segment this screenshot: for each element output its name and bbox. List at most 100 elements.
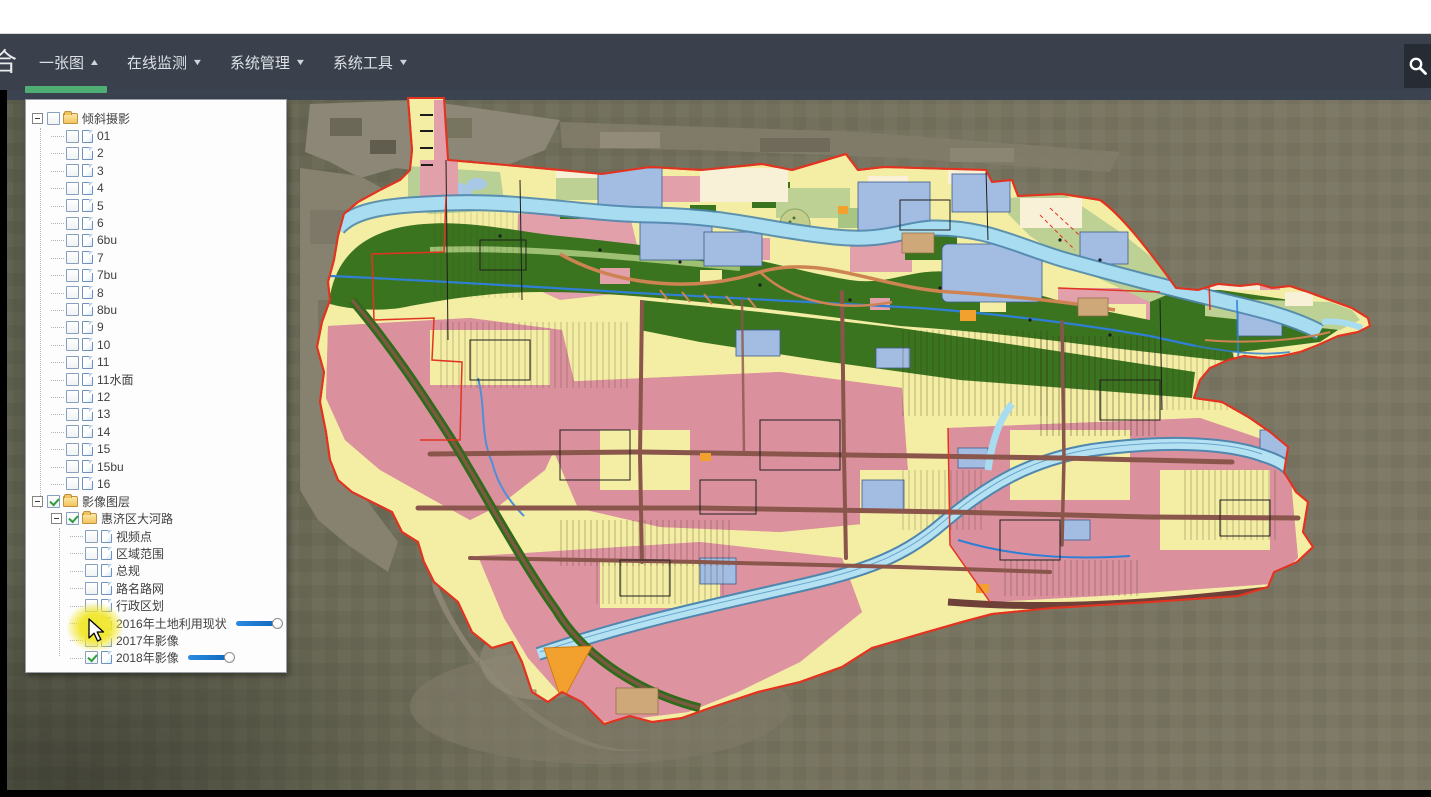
layer-tree-item[interactable]: 4 — [26, 180, 286, 197]
layer-label[interactable]: 倾斜摄影 — [82, 110, 130, 127]
layer-label[interactable]: 15bu — [97, 460, 124, 474]
layer-tree-item[interactable]: 视频点 — [26, 527, 286, 544]
layer-checkbox[interactable] — [85, 617, 98, 630]
layer-tree-item[interactable]: 7 — [26, 249, 286, 266]
layer-label[interactable]: 6bu — [97, 233, 117, 247]
layer-label[interactable]: 影像图层 — [82, 493, 130, 510]
tree-expander-icon[interactable] — [32, 113, 43, 124]
layer-label[interactable]: 3 — [97, 164, 104, 178]
nav-menu-item[interactable]: 系统工具 ▼ — [319, 34, 422, 90]
layer-tree-item[interactable]: 倾斜摄影 — [26, 110, 286, 127]
layer-checkbox[interactable] — [85, 651, 98, 664]
layer-tree-item[interactable]: 14 — [26, 423, 286, 440]
layer-tree-item[interactable]: 10 — [26, 336, 286, 353]
layer-label[interactable]: 2016年土地利用现状 — [116, 615, 227, 632]
layer-label[interactable]: 13 — [97, 407, 110, 421]
slider-knob[interactable] — [272, 618, 283, 629]
layer-tree-item[interactable]: 8 — [26, 284, 286, 301]
layer-tree-item[interactable]: 6bu — [26, 232, 286, 249]
layer-checkbox[interactable] — [66, 443, 79, 456]
layer-label[interactable]: 7bu — [97, 268, 117, 282]
layer-label[interactable]: 视频点 — [116, 528, 152, 545]
layer-tree-item[interactable]: 2 — [26, 145, 286, 162]
layer-tree-item[interactable]: 5 — [26, 197, 286, 214]
layer-checkbox[interactable] — [66, 234, 79, 247]
layer-checkbox[interactable] — [66, 390, 79, 403]
layer-tree-item[interactable]: 12 — [26, 388, 286, 405]
nav-menu-item[interactable]: 在线监测 ▼ — [113, 34, 216, 90]
layer-tree-item[interactable]: 6 — [26, 214, 286, 231]
layer-tree-item[interactable]: 11 — [26, 353, 286, 370]
layer-tree-item[interactable]: 01 — [26, 127, 286, 144]
layer-label[interactable]: 4 — [97, 181, 104, 195]
layer-label[interactable]: 12 — [97, 390, 110, 404]
layer-label[interactable]: 8bu — [97, 303, 117, 317]
layer-checkbox[interactable] — [66, 425, 79, 438]
layer-tree-item[interactable]: 2016年土地利用现状 — [26, 614, 286, 631]
layer-label[interactable]: 14 — [97, 425, 110, 439]
layer-label[interactable]: 9 — [97, 320, 104, 334]
layer-label[interactable]: 5 — [97, 199, 104, 213]
opacity-slider[interactable] — [188, 652, 234, 663]
layer-checkbox[interactable] — [85, 547, 98, 560]
layer-checkbox[interactable] — [66, 477, 79, 490]
layer-label[interactable]: 惠济区大河路 — [101, 510, 173, 527]
opacity-slider[interactable] — [236, 618, 282, 629]
layer-checkbox[interactable] — [66, 130, 79, 143]
layer-label[interactable]: 2017年影像 — [116, 632, 179, 649]
layer-checkbox[interactable] — [47, 112, 60, 125]
layer-label[interactable]: 11水面 — [97, 371, 133, 388]
slider-knob[interactable] — [224, 652, 235, 663]
layer-label[interactable]: 10 — [97, 338, 110, 352]
layer-checkbox[interactable] — [66, 303, 79, 316]
layer-checkbox[interactable] — [66, 356, 79, 369]
layer-label[interactable]: 7 — [97, 251, 104, 265]
layer-tree-item[interactable]: 15bu — [26, 458, 286, 475]
layer-checkbox[interactable] — [85, 634, 98, 647]
layer-checkbox[interactable] — [66, 251, 79, 264]
tree-expander-icon[interactable] — [32, 496, 43, 507]
layer-label[interactable]: 11 — [97, 355, 109, 369]
layer-checkbox[interactable] — [66, 408, 79, 421]
layer-tree-item[interactable]: 9 — [26, 319, 286, 336]
nav-menu-item[interactable]: 一张图 ▲ — [25, 34, 113, 90]
layer-tree-item[interactable]: 2018年影像 — [26, 649, 286, 666]
layer-label[interactable]: 8 — [97, 286, 104, 300]
layer-tree-item[interactable]: 区域范围 — [26, 545, 286, 562]
layer-tree-item[interactable]: 路名路网 — [26, 580, 286, 597]
layer-label[interactable]: 行政区划 — [116, 597, 164, 614]
nav-menu-item[interactable]: 系统管理 ▼ — [216, 34, 319, 90]
layer-checkbox[interactable] — [47, 495, 60, 508]
layer-label[interactable]: 2018年影像 — [116, 649, 179, 666]
layer-tree-item[interactable]: 惠济区大河路 — [26, 510, 286, 527]
layer-tree-item[interactable]: 11水面 — [26, 371, 286, 388]
layer-checkbox[interactable] — [66, 321, 79, 334]
layer-tree-item[interactable]: 16 — [26, 475, 286, 492]
layer-tree-item[interactable]: 总规 — [26, 562, 286, 579]
layer-checkbox[interactable] — [66, 338, 79, 351]
layer-tree-item[interactable]: 3 — [26, 162, 286, 179]
layer-checkbox[interactable] — [66, 269, 79, 282]
layer-checkbox[interactable] — [66, 147, 79, 160]
layer-tree-item[interactable]: 15 — [26, 440, 286, 457]
layer-checkbox[interactable] — [66, 182, 79, 195]
layer-checkbox[interactable] — [85, 599, 98, 612]
layer-checkbox[interactable] — [66, 286, 79, 299]
layer-checkbox[interactable] — [66, 512, 79, 525]
search-button[interactable] — [1404, 44, 1431, 88]
layer-tree-item[interactable]: 2017年影像 — [26, 632, 286, 649]
layer-checkbox[interactable] — [85, 582, 98, 595]
layer-checkbox[interactable] — [66, 199, 79, 212]
layer-checkbox[interactable] — [66, 217, 79, 230]
layer-tree-item[interactable]: 8bu — [26, 301, 286, 318]
layer-checkbox[interactable] — [85, 564, 98, 577]
layer-label[interactable]: 2 — [97, 146, 104, 160]
layer-label[interactable]: 路名路网 — [116, 580, 164, 597]
layer-tree-item[interactable]: 行政区划 — [26, 597, 286, 614]
layer-label[interactable]: 01 — [97, 129, 110, 143]
layer-label[interactable]: 6 — [97, 216, 104, 230]
layer-label[interactable]: 区域范围 — [116, 545, 164, 562]
layer-tree-item[interactable]: 13 — [26, 406, 286, 423]
layer-label[interactable]: 15 — [97, 442, 110, 456]
layer-checkbox[interactable] — [66, 164, 79, 177]
